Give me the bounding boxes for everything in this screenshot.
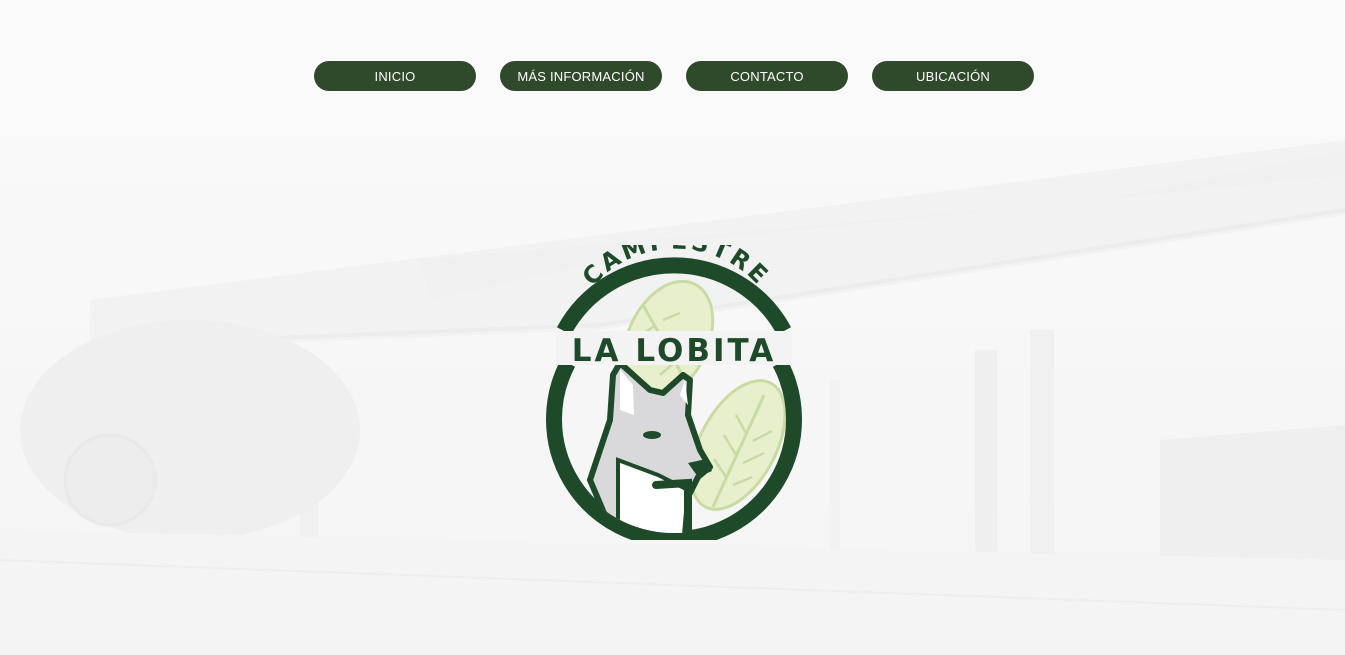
nav-button-mas-informacion[interactable]: MÁS INFORMACIÓN (500, 61, 662, 91)
campestre-la-lobita-logo: CAMPESTRE LA LOBITA (546, 245, 802, 540)
landing-page: INICIO MÁS INFORMACIÓN CONTACTO UBICACIÓ… (0, 0, 1345, 655)
nav-button-contacto[interactable]: CONTACTO (686, 61, 848, 91)
nav-button-ubicacion[interactable]: UBICACIÓN (872, 61, 1034, 91)
nav-button-inicio[interactable]: INICIO (314, 61, 476, 91)
main-nav: INICIO MÁS INFORMACIÓN CONTACTO UBICACIÓ… (314, 61, 1034, 91)
logo-name-text: LA LOBITA (572, 333, 776, 369)
